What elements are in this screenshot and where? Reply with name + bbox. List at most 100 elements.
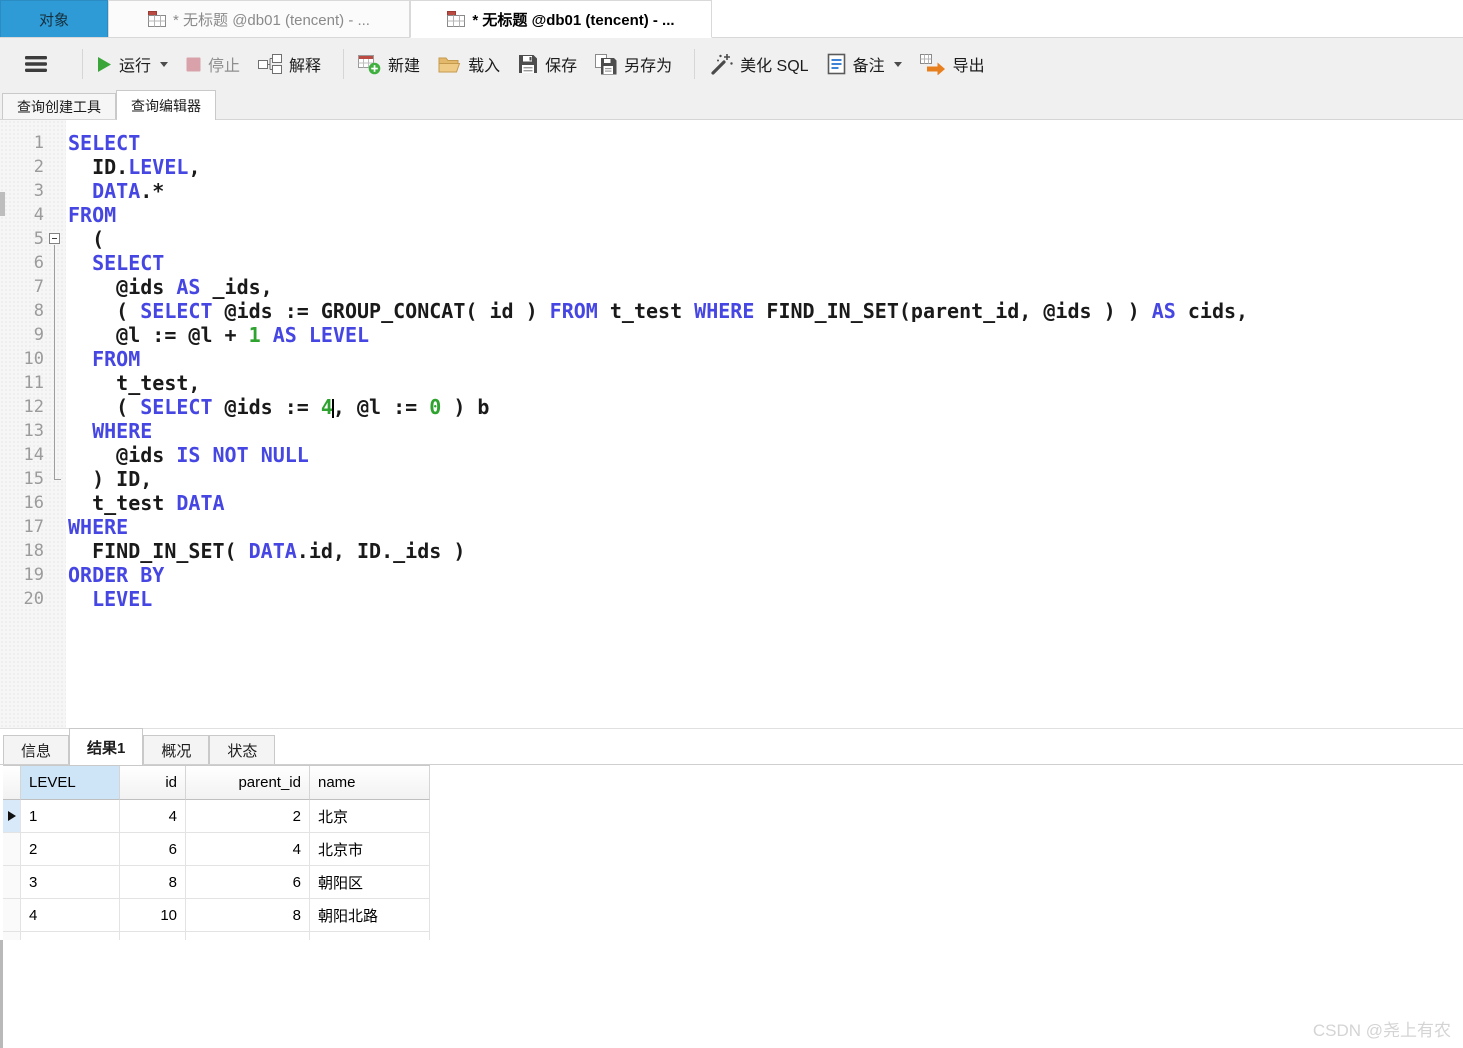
grid-cell[interactable]: 8 (186, 899, 310, 932)
code-line[interactable]: 1 SELECT (0, 131, 1463, 155)
grid-partial-row (3, 932, 430, 940)
code-text[interactable]: ( (68, 227, 104, 251)
new-query-button[interactable]: 新建 (358, 52, 420, 76)
code-line[interactable]: 8 ( SELECT @ids := GROUP_CONCAT( id ) FR… (0, 299, 1463, 323)
code-text[interactable]: WHERE (68, 515, 128, 539)
grid-column-header[interactable]: name (310, 766, 430, 800)
code-line[interactable]: 19 ORDER BY (0, 563, 1463, 587)
row-header-cell[interactable] (3, 800, 21, 833)
code-text[interactable]: SELECT (68, 131, 140, 155)
export-button[interactable]: 导出 (919, 52, 985, 76)
grid-cell[interactable]: 2 (21, 833, 120, 866)
tab-query-2-active[interactable]: * 无标题 @db01 (tencent) - ... (410, 0, 712, 38)
grid-corner-cell[interactable] (3, 766, 21, 800)
code-text[interactable]: @ids AS _ids, (68, 275, 273, 299)
grid-column-header[interactable]: LEVEL (21, 766, 120, 800)
grid-row[interactable]: 3 8 6 朝阳区 (3, 866, 430, 899)
result-tab-profile[interactable]: 概况 (143, 735, 210, 764)
beautify-sql-button[interactable]: 美化 SQL (709, 52, 809, 76)
tab-objects[interactable]: 对象 (0, 0, 108, 37)
code-line[interactable]: 10 FROM (0, 347, 1463, 371)
row-header-cell[interactable] (3, 899, 21, 932)
grid-cell[interactable]: 4 (120, 800, 186, 833)
row-header-cell[interactable] (3, 866, 21, 899)
folder-open-icon (438, 57, 461, 73)
tab-query-builder[interactable]: 查询创建工具 (2, 93, 116, 119)
note-icon (827, 53, 845, 75)
run-dropdown-icon[interactable] (160, 61, 169, 67)
grid-row[interactable]: 2 6 4 北京市 (3, 833, 430, 866)
code-text[interactable]: t_test DATA (68, 491, 224, 515)
code-line[interactable]: 9 @l := @l + 1 AS LEVEL (0, 323, 1463, 347)
grid-column-header[interactable]: parent_id (186, 766, 310, 800)
tab-query-editor[interactable]: 查询编辑器 (116, 90, 216, 120)
grid-cell[interactable]: 4 (21, 899, 120, 932)
note-label: 备注 (852, 58, 885, 75)
code-line[interactable]: 7 @ids AS _ids, (0, 275, 1463, 299)
code-text[interactable]: SELECT (68, 251, 164, 275)
save-as-button[interactable]: 另存为 (595, 52, 672, 76)
note-dropdown-icon[interactable] (893, 61, 902, 67)
result-tab-result1[interactable]: 结果1 (69, 728, 144, 765)
save-button[interactable]: 保存 (518, 52, 577, 76)
code-line[interactable]: 16 t_test DATA (0, 491, 1463, 515)
grid-cell[interactable]: 3 (21, 866, 120, 899)
code-line[interactable]: 4 FROM (0, 203, 1463, 227)
row-header-cell[interactable] (3, 833, 21, 866)
grid-cell[interactable]: 6 (120, 833, 186, 866)
grid-cell[interactable]: 10 (120, 899, 186, 932)
code-text[interactable]: ORDER BY (68, 563, 164, 587)
explain-button[interactable]: 解释 (258, 52, 321, 76)
code-line[interactable]: 5 ( (0, 227, 1463, 251)
code-line[interactable]: 17 WHERE (0, 515, 1463, 539)
stop-button[interactable]: 停止 (186, 52, 240, 76)
code-text[interactable]: WHERE (68, 419, 152, 443)
load-button[interactable]: 载入 (438, 52, 500, 76)
line-number: 5 (33, 229, 44, 249)
code-line[interactable]: 11 t_test, (0, 371, 1463, 395)
code-line[interactable]: 13 WHERE (0, 419, 1463, 443)
fold-marker-start[interactable] (44, 227, 66, 251)
grid-cell[interactable]: 6 (186, 866, 310, 899)
code-text[interactable]: ) ID, (68, 467, 152, 491)
code-text[interactable]: FIND_IN_SET( DATA.id, ID._ids ) (68, 539, 465, 563)
code-line[interactable]: 12 ( SELECT @ids := 4, @l := 0 ) b (0, 395, 1463, 419)
code-line[interactable]: 18 FIND_IN_SET( DATA.id, ID._ids ) (0, 539, 1463, 563)
grid-cell[interactable]: 朝阳北路 (310, 899, 430, 932)
grid-cell[interactable]: 4 (186, 833, 310, 866)
grid-column-header[interactable]: id (120, 766, 186, 800)
code-line[interactable]: 6 SELECT (0, 251, 1463, 275)
code-line[interactable]: 2 ID.LEVEL, (0, 155, 1463, 179)
grid-row[interactable]: 4 10 8 朝阳北路 (3, 899, 430, 932)
code-line[interactable]: 15 ) ID, (0, 467, 1463, 491)
grid-cell[interactable]: 1 (21, 800, 120, 833)
run-button[interactable]: 运行 (97, 52, 169, 76)
code-text[interactable]: @l := @l + 1 AS LEVEL (68, 323, 369, 347)
grid-cell[interactable]: 2 (186, 800, 310, 833)
grid-cell[interactable]: 朝阳区 (310, 866, 430, 899)
grid-row[interactable]: 1 4 2 北京 (3, 800, 430, 833)
grid-cell[interactable]: 北京 (310, 800, 430, 833)
sql-editor[interactable]: 1 SELECT 2 ID.LEVEL, 3 DATA.* 4 FROM 5 (6 SELE… (0, 120, 1463, 728)
note-button[interactable]: 备注 (827, 52, 902, 76)
menu-button[interactable] (24, 55, 48, 73)
result-tab-info[interactable]: 信息 (3, 735, 70, 764)
collapse-icon[interactable] (49, 233, 60, 244)
code-text[interactable]: FROM (68, 347, 140, 371)
code-text[interactable]: ( SELECT @ids := GROUP_CONCAT( id ) FROM… (68, 299, 1248, 323)
fold-marker-mid (44, 251, 66, 275)
code-text[interactable]: LEVEL (68, 587, 152, 611)
grid-cell[interactable]: 8 (120, 866, 186, 899)
code-line[interactable]: 3 DATA.* (0, 179, 1463, 203)
grid-cell[interactable]: 北京市 (310, 833, 430, 866)
tab-query-1[interactable]: * 无标题 @db01 (tencent) - ... (108, 0, 410, 37)
result-tab-status[interactable]: 状态 (209, 735, 276, 764)
code-text[interactable]: ID.LEVEL, (68, 155, 200, 179)
code-line[interactable]: 14 @ids IS NOT NULL (0, 443, 1463, 467)
code-text[interactable]: DATA.* (68, 179, 164, 203)
code-text[interactable]: ( SELECT @ids := 4, @l := 0 ) b (68, 395, 489, 419)
code-line[interactable]: 20 LEVEL (0, 587, 1463, 611)
code-text[interactable]: FROM (68, 203, 116, 227)
code-text[interactable]: t_test, (68, 371, 200, 395)
code-text[interactable]: @ids IS NOT NULL (68, 443, 309, 467)
